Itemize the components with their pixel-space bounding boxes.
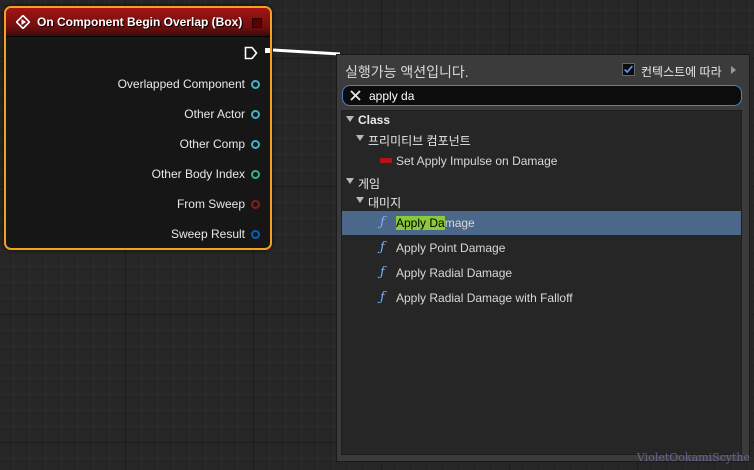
action-set-apply-impulse-on-damage[interactable]: Set Apply Impulse on Damage [342, 149, 741, 173]
pin-label: Other Comp [179, 137, 245, 151]
pin-from-sweep[interactable]: From Sweep [177, 195, 260, 213]
category-label: Class [358, 113, 391, 127]
search-box[interactable] [342, 85, 742, 106]
search-match-highlight: Apply Da [396, 216, 445, 230]
struct-pin-icon[interactable] [251, 229, 260, 239]
action-apply-point-damage[interactable]: ƒ Apply Point Damage [342, 236, 741, 260]
event-node[interactable]: On Component Begin Overlap (Box) Overlap… [4, 6, 272, 250]
caret-down-icon[interactable] [346, 116, 354, 122]
category-game[interactable]: 게임 [342, 173, 741, 192]
action-label: Set Apply Impulse on Damage [396, 154, 558, 168]
pin-label: Overlapped Component [117, 77, 245, 91]
subcategory-label: 프리미티브 컴포넌트 [368, 134, 471, 148]
menu-title: 실행가능 액션입니다. [345, 64, 469, 80]
pin-sweep-result[interactable]: Sweep Result [171, 225, 260, 243]
action-list[interactable]: Class 프리미티브 컴포넌트 Set Apply Impulse on Da… [341, 110, 742, 455]
action-label: Apply Damage [396, 216, 475, 230]
context-sensitive-checkbox[interactable] [622, 63, 635, 76]
variable-icon [380, 158, 392, 163]
action-apply-damage[interactable]: ƒ Apply Damage [342, 211, 741, 235]
pin-label: From Sweep [176, 197, 245, 211]
pin-label: Other Actor [184, 107, 245, 121]
caret-down-icon[interactable] [356, 197, 364, 203]
subcategory-primitive-component[interactable]: 프리미티브 컴포넌트 [342, 130, 741, 149]
pin-overlapped-component[interactable]: Overlapped Component [118, 75, 260, 93]
action-label: Apply Radial Damage with Falloff [396, 291, 573, 305]
node-header[interactable]: On Component Begin Overlap (Box) [6, 8, 270, 37]
integer-pin-icon[interactable] [251, 169, 260, 179]
action-label: Apply Point Damage [396, 241, 506, 255]
pin-other-comp[interactable]: Other Comp [180, 135, 260, 153]
expand-arrow-icon[interactable] [731, 66, 736, 74]
caret-down-icon[interactable] [346, 178, 354, 184]
action-label: Apply Radial Damage [396, 266, 513, 280]
exec-output-pin[interactable] [244, 46, 258, 60]
object-pin-icon[interactable] [251, 139, 260, 149]
function-icon: ƒ [380, 240, 385, 255]
pin-other-actor[interactable]: Other Actor [184, 105, 260, 123]
context-sensitive-label[interactable]: 컨텍스트에 따라 [641, 63, 722, 80]
event-icon [16, 15, 30, 29]
action-apply-radial-damage[interactable]: ƒ Apply Radial Damage [342, 261, 741, 285]
pin-label: Other Body Index [151, 167, 245, 181]
action-apply-radial-damage-with-falloff[interactable]: ƒ Apply Radial Damage with Falloff [342, 286, 741, 310]
clear-search-icon[interactable] [349, 89, 362, 102]
action-menu[interactable]: 실행가능 액션입니다. 컨텍스트에 따라 Class 프리미티브 컴포넌트 Se… [336, 54, 750, 462]
category-label: 게임 [358, 177, 381, 191]
function-icon: ƒ [380, 265, 385, 280]
subcategory-damage[interactable]: 대미지 [342, 192, 741, 211]
pin-other-body-index[interactable]: Other Body Index [152, 165, 260, 183]
watermark: VioletOokamiScythe [636, 451, 750, 464]
object-pin-icon[interactable] [251, 109, 260, 119]
action-label-rest: mage [444, 216, 475, 230]
object-pin-icon[interactable] [251, 79, 260, 89]
pin-label: Sweep Result [170, 227, 245, 241]
node-title: On Component Begin Overlap (Box) [37, 15, 243, 29]
output-delegate-icon[interactable] [252, 18, 262, 28]
category-class[interactable]: Class [342, 111, 741, 130]
search-input[interactable] [369, 87, 729, 104]
exec-wire [265, 48, 340, 56]
function-icon: ƒ [380, 215, 385, 230]
subcategory-label: 대미지 [368, 196, 402, 210]
check-icon [624, 65, 633, 74]
caret-down-icon[interactable] [356, 135, 364, 141]
boolean-pin-icon[interactable] [251, 199, 260, 209]
function-icon: ƒ [380, 290, 385, 305]
